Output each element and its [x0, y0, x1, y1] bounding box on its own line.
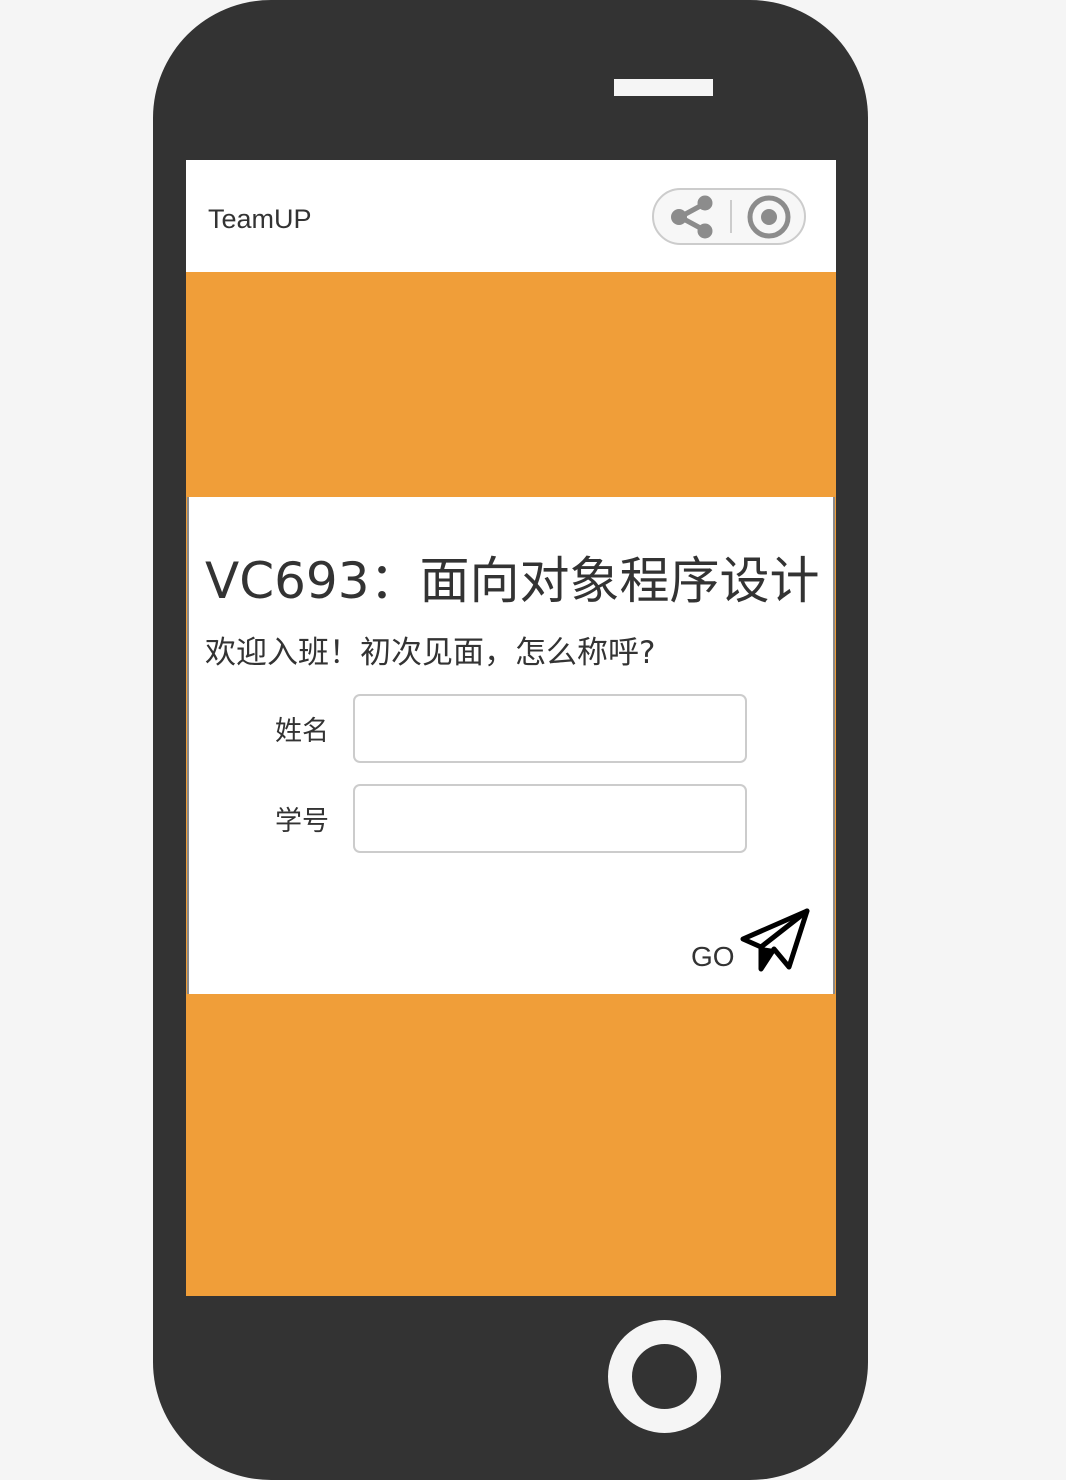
name-label: 姓名: [275, 716, 329, 747]
share-button[interactable]: [654, 190, 730, 243]
student-id-input[interactable]: [353, 784, 747, 853]
go-button[interactable]: GO: [689, 905, 815, 977]
name-input[interactable]: [353, 694, 747, 763]
student-id-label: 学号: [275, 806, 329, 837]
share-icon: [671, 195, 713, 239]
nav-header: TeamUP: [186, 160, 836, 272]
app-title: TeamUP: [208, 204, 312, 234]
go-label: GO: [691, 941, 735, 972]
welcome-message: 欢迎入班！初次见面，怎么称呼?: [205, 635, 656, 671]
record-icon: [747, 195, 791, 239]
phone-speaker: [614, 79, 713, 96]
course-title: VC693：面向对象程序设计: [205, 552, 820, 610]
paper-plane-icon: [740, 908, 810, 972]
app-screen: TeamUP VC693：面向对象程序设计 欢迎入班！初次见面，怎么称呼? 姓名…: [186, 160, 836, 1296]
phone-home-button[interactable]: [608, 1320, 721, 1433]
record-button[interactable]: [730, 190, 806, 243]
join-class-card: VC693：面向对象程序设计 欢迎入班！初次见面，怎么称呼? 姓名 学号 GO: [187, 497, 835, 994]
mini-program-capsule: [652, 188, 806, 245]
